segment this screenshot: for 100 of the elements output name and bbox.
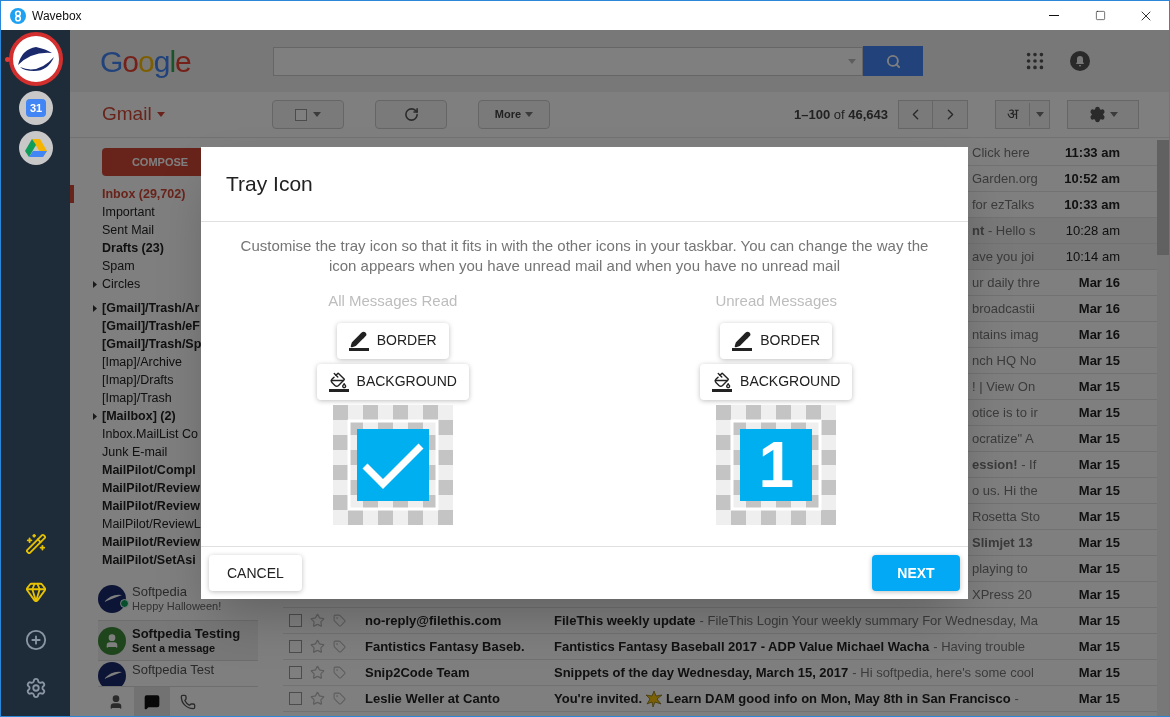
folder-item[interactable]: Drafts (23) — [102, 238, 164, 258]
folder-item[interactable]: Sent Mail — [102, 220, 155, 240]
account-avatar[interactable] — [8, 31, 64, 87]
star-icon[interactable] — [310, 691, 325, 706]
next-button[interactable]: NEXT — [872, 555, 960, 591]
email-snippet: - FileThis Login Your weekly summary For Wednesday, Ma — [699, 611, 1038, 630]
folder-item[interactable]: MailPilot/Review — [102, 532, 200, 552]
email-snippet: XPress 20 — [972, 585, 1032, 604]
email-snippet: Rosetta Sto — [972, 507, 1040, 526]
preview-heading: Unread Messages — [715, 291, 838, 311]
label-icon[interactable] — [333, 692, 346, 705]
folder-item[interactable]: MailPilot/Review — [102, 496, 200, 516]
email-date: 11:33 am — [1064, 143, 1121, 162]
select-checkbox-button[interactable] — [272, 100, 344, 129]
folder-item[interactable]: MailPilot/Review — [102, 478, 200, 498]
next-page-button[interactable] — [933, 100, 968, 129]
email-date: Mar 15 — [1077, 663, 1121, 682]
folder-item[interactable]: Inbox.MailList Co — [102, 424, 198, 444]
page-range: 1–100 of 46,643 — [794, 105, 888, 124]
phone-icon — [180, 693, 196, 710]
hangouts-tab[interactable] — [134, 686, 170, 716]
folder-item[interactable]: Inbox (29,702) — [102, 184, 186, 204]
contact-name[interactable]: Softpedia Test — [132, 662, 215, 677]
label-icon[interactable] — [333, 640, 346, 653]
email-snippet: - Having trouble — [933, 637, 1025, 656]
app-icon — [10, 7, 26, 24]
email-snippet: Slimjet 13 — [972, 533, 1033, 552]
search-button[interactable] — [863, 46, 923, 76]
refresh-button[interactable] — [375, 100, 447, 129]
contact-message: Sent a message — [132, 641, 217, 656]
border-color-button[interactable]: BORDER — [336, 322, 449, 359]
star-icon[interactable] — [310, 665, 325, 680]
previous-page-button[interactable] — [898, 100, 933, 129]
label-icon[interactable] — [333, 614, 346, 627]
label-icon[interactable] — [333, 666, 346, 679]
email-subject: You're invited. — [554, 689, 643, 708]
caret-icon — [313, 112, 321, 117]
background-color-button[interactable]: BACKGROUND — [316, 363, 469, 400]
more-button[interactable]: More — [478, 100, 550, 129]
unread-count: 1 — [758, 432, 795, 497]
cancel-button[interactable]: CANCEL — [209, 555, 302, 591]
calendar-day: 31 — [26, 99, 46, 117]
email-date: 10:14 am — [1064, 247, 1121, 266]
settings-button[interactable] — [1067, 100, 1139, 129]
email-subject: Snippets of the day Wednesday, March 15, 2017 — [554, 663, 849, 682]
email-snippet: ession! - If — [972, 455, 1037, 474]
email-date: Mar 15 — [1077, 611, 1121, 630]
apps-icon[interactable] — [1024, 50, 1046, 72]
add-icon[interactable] — [24, 629, 47, 651]
email-snippet: ! | View On — [972, 377, 1036, 396]
email-date: Mar 16 — [1077, 325, 1121, 344]
window-title: Wavebox — [32, 7, 82, 25]
wand-icon[interactable] — [24, 533, 47, 555]
notifications-icon[interactable] — [1069, 50, 1091, 72]
folder-item[interactable]: [Gmail]/Trash/eF — [102, 316, 200, 336]
email-snippet: nch HQ No — [972, 351, 1037, 370]
background-color-button[interactable]: BACKGROUND — [700, 363, 853, 400]
dropdown-caret-icon — [848, 58, 856, 64]
calendar-service[interactable]: 31 — [19, 91, 53, 125]
contact-name[interactable]: Softpedia Testing — [132, 625, 241, 641]
preview-heading: All Messages Read — [328, 291, 458, 311]
folder-item[interactable]: [Mailbox] (2) — [102, 406, 176, 426]
row-checkbox[interactable] — [289, 614, 302, 627]
email-snippet: o us. Hi the — [972, 481, 1038, 500]
folder-item[interactable]: Spam — [102, 256, 135, 276]
folder-item[interactable]: [Imap]/Archive — [102, 352, 182, 372]
gmail-menu[interactable]: Gmail — [102, 100, 272, 129]
email-snippet: otice is to ir — [972, 403, 1038, 422]
star-icon[interactable] — [310, 613, 325, 628]
folder-item[interactable]: MailPilot/Compl — [102, 460, 196, 480]
email-date: Mar 15 — [1077, 481, 1121, 500]
folder-item[interactable]: [Gmail]/Trash/Sp — [102, 334, 202, 354]
folder-item[interactable]: [Imap]/Drafts — [102, 370, 174, 390]
dialog-description: Customise the tray icon so that it fits in with the other icons in your taskbar. You can change the way the icon appears when you have unread mail and when you have no unread mail — [239, 236, 930, 276]
folder-item[interactable]: Circles — [102, 274, 141, 294]
folder-item[interactable]: [Gmail]/Trash/Ar — [102, 298, 200, 318]
border-color-button[interactable]: BORDER — [720, 322, 833, 359]
folder-item[interactable]: Important — [102, 202, 155, 222]
email-snippet: ntains imag — [972, 325, 1039, 344]
drive-service-icon[interactable] — [19, 131, 53, 165]
expand-arrow-icon[interactable] — [93, 280, 97, 288]
folder-item[interactable]: [Imap]/Trash — [102, 388, 172, 408]
settings-icon[interactable] — [24, 677, 47, 699]
row-checkbox[interactable] — [289, 666, 302, 679]
email-snippet: - — [1014, 689, 1019, 708]
folder-item[interactable]: MailPilot/SetAsi — [102, 550, 196, 570]
input-tools-button[interactable]: अ — [995, 100, 1050, 129]
folder-item[interactable]: MailPilot/ReviewL — [102, 514, 201, 534]
scrollbar[interactable] — [1157, 140, 1169, 716]
expand-arrow-icon[interactable] — [93, 304, 97, 312]
folder-item[interactable]: Junk E-mail — [102, 442, 168, 462]
contact-message: Heppy Halloween! — [132, 599, 222, 614]
email-snippet: Click here — [972, 143, 1030, 162]
gem-icon[interactable] — [24, 581, 47, 603]
search-field[interactable] — [273, 46, 863, 76]
star-icon[interactable] — [310, 639, 325, 654]
row-checkbox[interactable] — [289, 692, 302, 705]
caret-icon — [1035, 112, 1044, 117]
row-checkbox[interactable] — [289, 640, 302, 653]
expand-arrow-icon[interactable] — [93, 412, 97, 420]
